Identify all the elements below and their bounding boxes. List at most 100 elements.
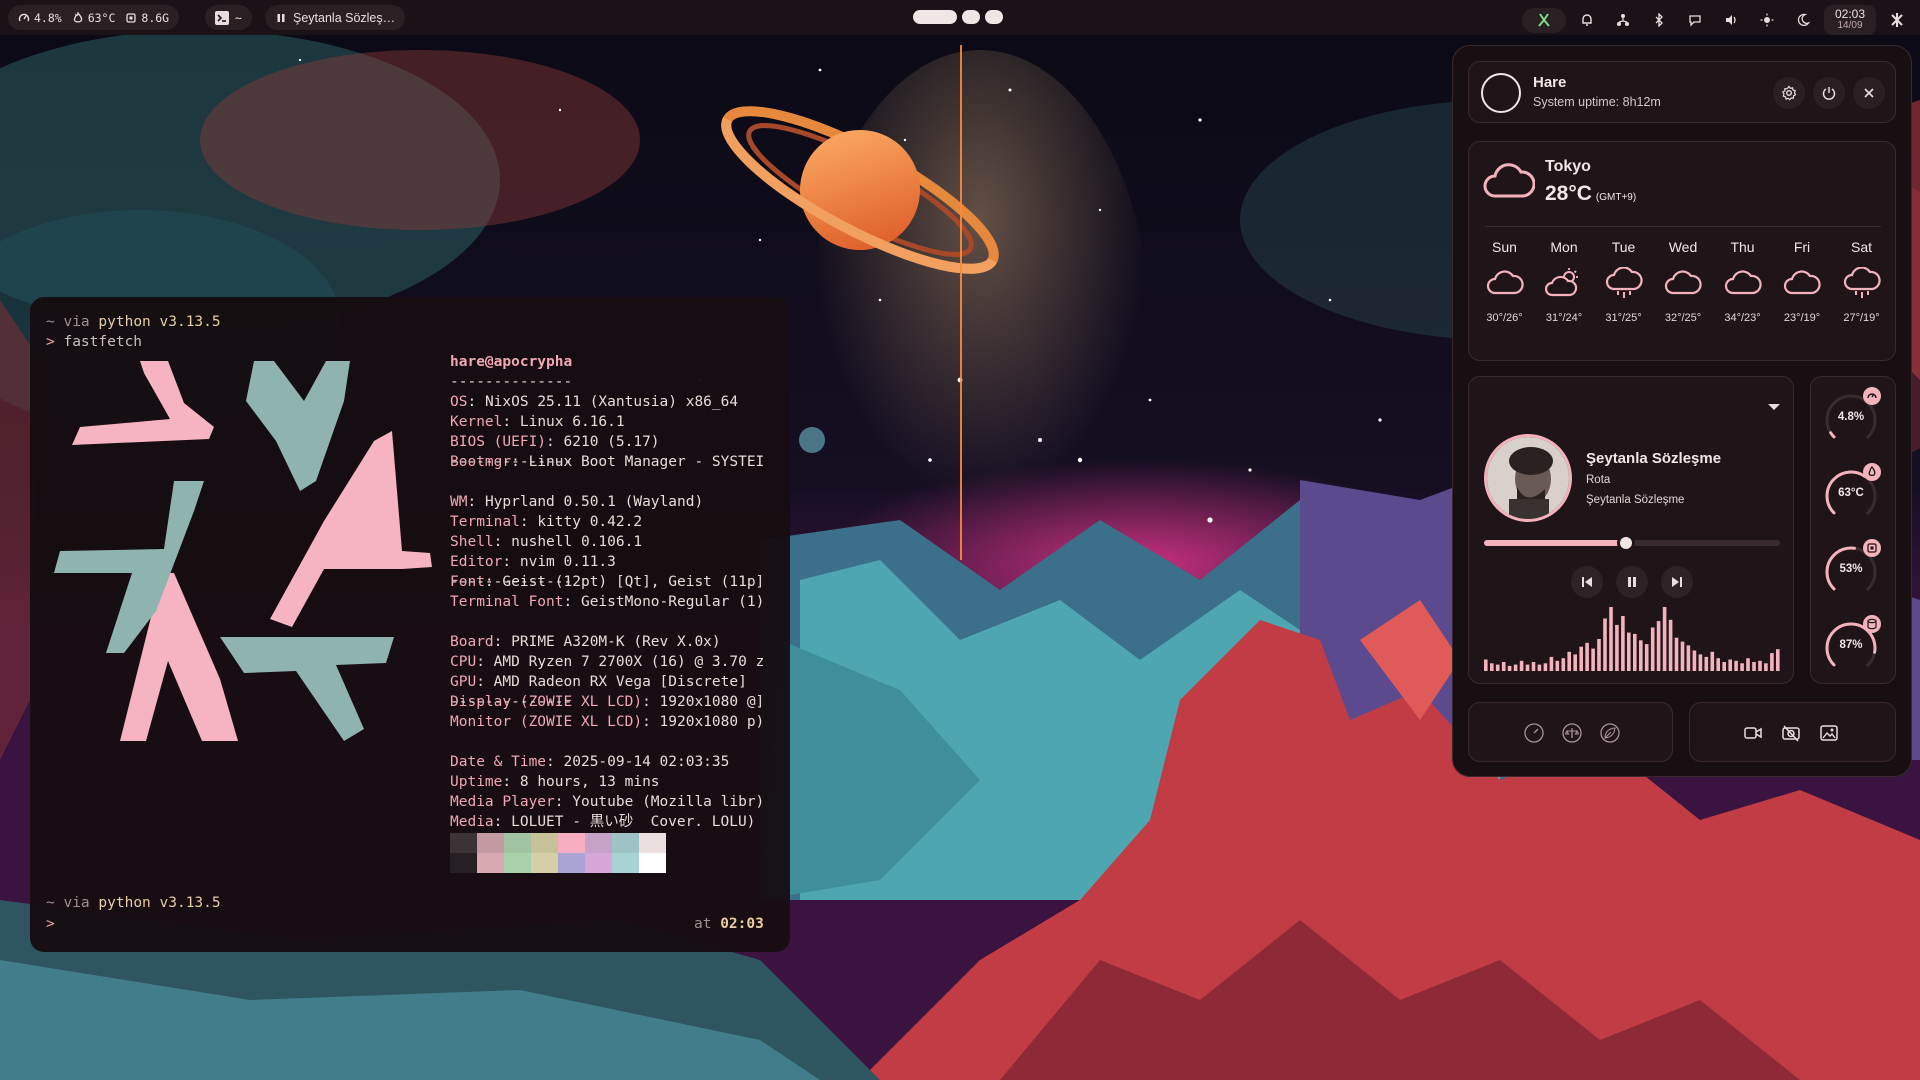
previous-button[interactable] [1571,566,1603,598]
next-button[interactable] [1661,566,1693,598]
quick-tools-left [1468,702,1673,762]
workspace-indicator [913,10,1003,24]
info-value: 8 hours, 13 mins [519,774,660,790]
system-stats-card: 4.8% 63°C 53% 87% [1810,376,1896,684]
bell-icon[interactable] [1572,8,1602,33]
palette-swatch [639,853,666,873]
weather-forecast: Sun 30°/26° Mon 31°/24° Tue 31°/25° Wed 32°/25°… [1475,234,1891,324]
visualizer-bar [1639,640,1643,671]
forecast-day-temps: 31°/25° [1605,312,1642,324]
nixos-logo-icon[interactable] [1882,8,1912,33]
pause-button[interactable] [1616,566,1648,598]
visualizer-bar [1716,658,1720,671]
cloud-icon [1486,270,1524,295]
palette-swatch [477,853,504,873]
clock-date: 14/09 [1837,20,1863,31]
visualizer-bar [1537,664,1542,671]
nixos-logo [54,361,432,741]
seek-bar-fill [1484,540,1627,546]
visualizer-bar [1597,639,1601,671]
weather-card: Tokyo 28°C (GMT+9) Sun 30°/26° Mon 31°/24° Tu… [1468,141,1896,361]
terminal-window[interactable]: ~ via python v3.13.5 > fastfetch hare@ap… [30,297,790,952]
screen-record-button[interactable] [1739,719,1767,747]
screenshot-button[interactable] [1815,719,1843,747]
info-row: Uptime: 8 hours, 13 mins [450,774,660,790]
ram-value: 8.6G [141,10,170,25]
visualizer-bar [1561,658,1566,671]
info-key: Media Player [450,794,555,810]
quick-tools-right [1689,702,1896,762]
stat-gauge[interactable]: 63°C [1823,463,1885,527]
weather-city: Tokyo [1545,158,1591,175]
prompt-line-2: ~ via python v3.13.5 [46,895,221,911]
visualizer-bar [1764,663,1768,671]
webcam-toggle-button[interactable] [1777,719,1805,747]
info-key: Uptime [450,774,503,790]
visualizer-bar [1495,664,1500,671]
network-icon[interactable] [1608,8,1638,33]
forecast-day: Sat 27°/19° [1832,234,1891,324]
power-button[interactable] [1813,77,1845,109]
seek-bar-handle[interactable] [1617,534,1636,552]
chevron-down-icon[interactable] [1766,402,1782,412]
gear-icon [1781,85,1797,101]
visualizer-bar [1644,644,1649,671]
clock[interactable]: 02:03 14/09 [1824,5,1876,35]
seek-bar[interactable] [1484,534,1780,552]
visualizer-bar [1728,659,1732,671]
moon-icon[interactable] [1788,8,1818,33]
system-stats-pill[interactable]: 4.8% 63°C 8.6G [8,5,180,30]
info-row: Shell: nushell 0.106.1 [450,534,643,550]
balance-button[interactable] [1558,719,1586,747]
forecast-day: Mon 31°/24° [1535,234,1594,324]
chat-icon[interactable] [1680,8,1710,33]
memory-icon [1863,539,1881,557]
info-value: 1920x1080 p) [659,714,765,730]
bluetooth-icon[interactable] [1644,8,1674,33]
palette-swatch [477,833,504,853]
forecast-day-name: Tue [1611,239,1636,255]
forecast-day-name: Mon [1550,239,1578,255]
info-row: Kernel: Linux 6.16.1 [450,414,625,430]
settings-button[interactable] [1773,77,1805,109]
userhost: hare@apocrypha [450,354,573,370]
workspace-2[interactable] [962,10,980,24]
separator: -------------- [450,574,573,590]
power-icon [1822,87,1836,100]
terminal-pill[interactable]: ~ [205,5,252,30]
close-button[interactable] [1853,77,1885,109]
separator: -------------- [450,454,573,470]
stat-gauge[interactable]: 4.8% [1823,387,1885,451]
palette-swatch [612,853,639,873]
palette-swatch [612,833,639,853]
workspace-3[interactable] [985,10,1003,24]
visualizer-bar [1484,659,1488,671]
media-pill[interactable]: Şeytanla Sözleş… [265,5,406,30]
terminal-cwd: ~ [235,10,242,25]
info-row: Terminal Font: GeistMono-Regular (1) [450,594,765,610]
leaf-button[interactable] [1596,719,1624,747]
workspace-active[interactable] [913,10,957,24]
skip-previous-icon [1582,577,1592,587]
avatar[interactable] [1481,73,1521,113]
speedometer-button[interactable] [1520,719,1548,747]
clock-time: 02:03 [1834,7,1866,21]
info-row: GPU: AMD Radeon RX Vega [Discrete] [450,674,747,690]
visualizer-bar [1513,664,1518,671]
visualizer-bar [1621,616,1625,671]
visualizer-bar [1555,660,1560,671]
stat-gauge[interactable]: 53% [1823,539,1885,603]
brightness-icon[interactable] [1752,8,1782,33]
partly-sunny-icon [1545,268,1578,297]
palette-swatch [639,833,666,853]
visualizer-bar [1609,607,1613,671]
forecast-day-icon [1783,260,1821,308]
disk-icon [1863,615,1881,633]
tray-app-icon[interactable] [1522,7,1566,33]
separator: -------------- [450,694,573,710]
info-key: Media [450,814,494,830]
volume-icon[interactable] [1716,8,1746,33]
palette-swatch [450,853,477,873]
visualizer-bar [1752,662,1756,671]
stat-gauge[interactable]: 87% [1823,615,1885,679]
